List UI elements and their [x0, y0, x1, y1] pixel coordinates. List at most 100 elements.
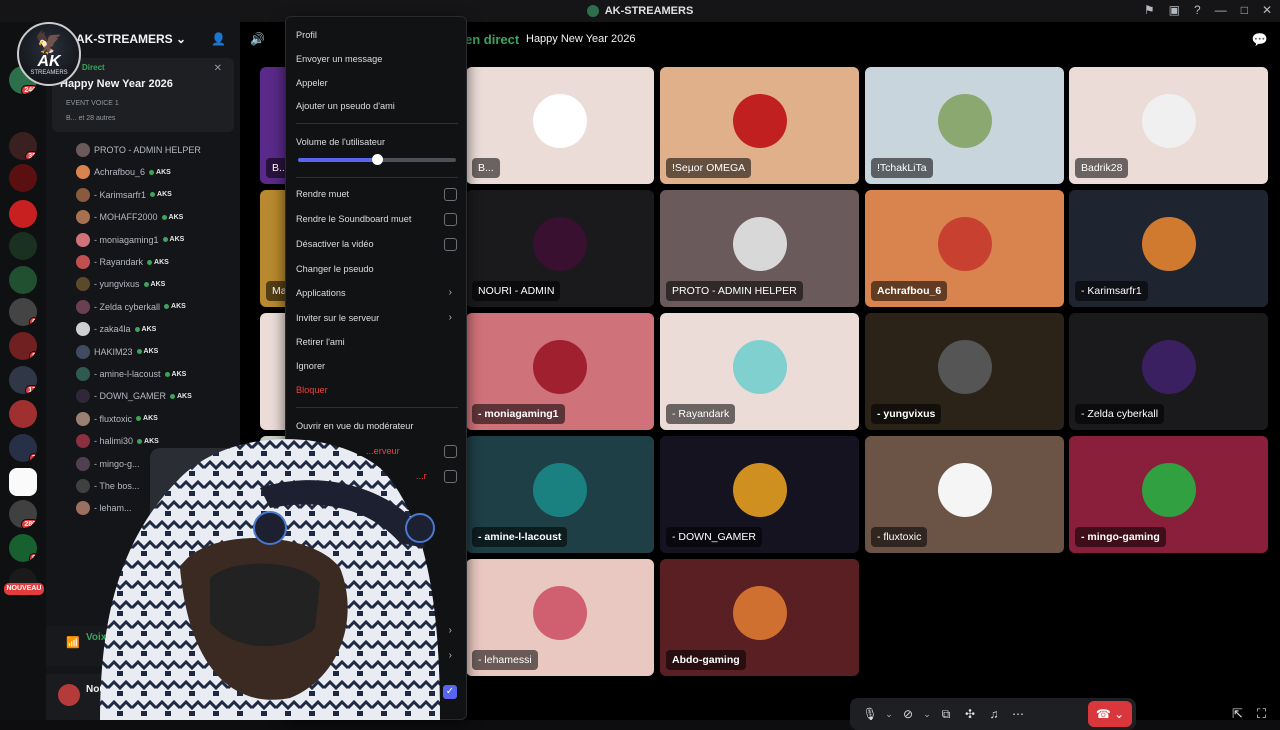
participant-tile[interactable]: Abdo-gaming: [660, 559, 859, 676]
soundboard-checkbox[interactable]: [444, 213, 457, 226]
member-row[interactable]: - The bos...: [76, 476, 232, 496]
participant-tile[interactable]: - moniagaming1: [466, 313, 654, 430]
menu-item-remove-friend[interactable]: Retirer l'ami: [296, 333, 458, 351]
menu-item-change-nickname[interactable]: Changer le pseudo: [296, 260, 458, 278]
menu-item-profile[interactable]: Profil: [296, 26, 458, 44]
server-icon[interactable]: 38: [9, 132, 37, 160]
server-icon[interactable]: [9, 200, 37, 228]
menu-item-server[interactable]: ...erveur: [296, 442, 458, 460]
participant-tile[interactable]: Achrafbou_6: [865, 190, 1064, 307]
member-row[interactable]: - MOHAFF2000 AKS: [76, 207, 232, 227]
menu-item-send-message[interactable]: Envoyer un message: [296, 50, 458, 68]
menu-item-ignore[interactable]: Ignorer: [296, 357, 458, 375]
participant-tile[interactable]: - DOWN_GAMER: [660, 436, 859, 553]
server-icon[interactable]: [9, 266, 37, 294]
participant-tile[interactable]: !Seµor OMEGA: [660, 67, 859, 184]
participant-tile[interactable]: - amine-l-lacoust: [466, 436, 654, 553]
server-icon[interactable]: 6: [9, 298, 37, 326]
menu-item-partial[interactable]: ...r: [296, 467, 458, 485]
screen-share-icon[interactable]: ⧉: [934, 702, 958, 726]
event-card[interactable]: Direct ✕ Happy New Year 2026 EVENT VOICE…: [52, 58, 234, 132]
activities-icon[interactable]: ✣: [958, 702, 982, 726]
participant-tile[interactable]: !TchakLiTa: [865, 67, 1064, 184]
server-logo[interactable]: 🦅 AK STREAMERS: [17, 22, 81, 86]
participant-tile[interactable]: NOURI - ADMIN: [466, 190, 654, 307]
member-row[interactable]: - Rayandark AKS: [76, 252, 232, 272]
member-row[interactable]: Achrafbou_6 AKS: [76, 162, 232, 182]
menu-item-mod-view[interactable]: Ouvrir en vue du modérateur: [296, 417, 458, 435]
chevron-down-icon[interactable]: ⌄: [920, 709, 934, 720]
participant-tile[interactable]: - Rayandark: [660, 313, 859, 430]
server-icon[interactable]: [9, 164, 37, 192]
soundboard-icon[interactable]: ♫: [982, 702, 1006, 726]
menu-item-applications[interactable]: Applications ›: [296, 284, 458, 302]
close-button[interactable]: ✕: [1262, 3, 1272, 17]
participant-tile[interactable]: - lehamessi: [466, 559, 654, 676]
microphone-icon[interactable]: 🎙: [858, 702, 882, 726]
member-row[interactable]: - moniagaming1 AKS: [76, 230, 232, 250]
member-row[interactable]: - fluxtoxic AKS: [76, 409, 232, 429]
participant-tile[interactable]: - mingo-gaming: [1069, 436, 1268, 553]
server-checkbox[interactable]: [444, 445, 457, 458]
member-row[interactable]: - yungvixus AKS: [76, 274, 232, 294]
member-row[interactable]: - leham...: [76, 498, 232, 518]
video-checkbox[interactable]: [444, 238, 457, 251]
server-icon[interactable]: [9, 232, 37, 260]
close-icon[interactable]: ✕: [214, 63, 222, 74]
member-row[interactable]: - halimi30 AKS: [76, 431, 232, 451]
inbox-icon[interactable]: ▣: [1169, 3, 1180, 17]
avatar: [76, 277, 90, 292]
menu-item-sub1[interactable]: ›: [296, 622, 458, 640]
menu-item-block[interactable]: Bloquer: [296, 381, 458, 399]
server-icon[interactable]: 8: [9, 332, 37, 360]
participant-tile[interactable]: - Karimsarfr1: [1069, 190, 1268, 307]
participant-tile[interactable]: - yungvixus: [865, 313, 1064, 430]
more-icon[interactable]: ⋯: [1006, 702, 1030, 726]
menu-item-call[interactable]: Appeler: [296, 74, 458, 92]
add-member-icon[interactable]: 👤: [211, 32, 226, 46]
avatar[interactable]: [58, 684, 80, 706]
partial-checkbox[interactable]: [444, 470, 457, 483]
chat-icon[interactable]: 💬: [1252, 32, 1268, 48]
chevron-down-icon[interactable]: ⌄: [882, 709, 896, 720]
member-row[interactable]: - mingo-g...: [76, 454, 232, 474]
member-row[interactable]: - DOWN_GAMER AKS: [76, 386, 232, 406]
participant-tile[interactable]: PROTO - ADMIN HELPER: [660, 190, 859, 307]
server-icon[interactable]: [9, 468, 37, 496]
member-row[interactable]: - amine-l-lacoust AKS: [76, 364, 232, 384]
mute-checkbox[interactable]: [444, 188, 457, 201]
volume-slider[interactable]: [298, 154, 456, 165]
member-row[interactable]: - zaka4la AKS: [76, 319, 232, 339]
participant-tile[interactable]: - fluxtoxic: [865, 436, 1064, 553]
minimize-button[interactable]: —: [1215, 3, 1227, 17]
menu-item-mute-soundboard[interactable]: Rendre le Soundboard muet: [296, 210, 458, 228]
help-icon[interactable]: ?: [1194, 3, 1201, 17]
member-row[interactable]: - Zelda cyberkall AKS: [76, 297, 232, 317]
participant-name: PROTO - ADMIN HELPER: [666, 281, 803, 301]
participant-tile[interactable]: B...: [466, 67, 654, 184]
no-video-participants-checkbox[interactable]: ✓: [443, 685, 457, 699]
member-row[interactable]: HAKIM23 AKS: [76, 342, 232, 362]
server-icon[interactable]: 17: [9, 366, 37, 394]
hang-up-button[interactable]: ☎ ⌄: [1088, 701, 1132, 727]
menu-item-add-nickname[interactable]: Ajouter un pseudo d'ami: [296, 97, 458, 115]
menu-item-disable-video[interactable]: Désactiver la vidéo: [296, 235, 458, 253]
server-icon[interactable]: 7: [9, 434, 37, 462]
flag-icon[interactable]: ⚑: [1144, 3, 1155, 17]
volume-knob[interactable]: [372, 154, 383, 165]
menu-item-mute[interactable]: Rendre muet: [296, 185, 458, 203]
server-icon[interactable]: 289: [9, 500, 37, 528]
server-icon[interactable]: 9: [9, 534, 37, 562]
participant-tile[interactable]: Badrik28: [1069, 67, 1268, 184]
menu-item-sub2[interactable]: ›: [296, 647, 458, 665]
camera-off-icon[interactable]: ⊘: [896, 702, 920, 726]
member-row[interactable]: - Karimsarfr1 AKS: [76, 185, 232, 205]
participant-tile[interactable]: - Zelda cyberkall: [1069, 313, 1268, 430]
notification-badge: 7: [29, 453, 37, 462]
server-icon[interactable]: [9, 400, 37, 428]
role-tag: AKS: [149, 169, 171, 176]
participant-name-text: B...: [478, 162, 494, 174]
member-row[interactable]: PROTO - ADMIN HELPER: [76, 140, 232, 160]
maximize-button[interactable]: □: [1241, 3, 1248, 17]
menu-item-invite[interactable]: Inviter sur le serveur ›: [296, 309, 458, 327]
